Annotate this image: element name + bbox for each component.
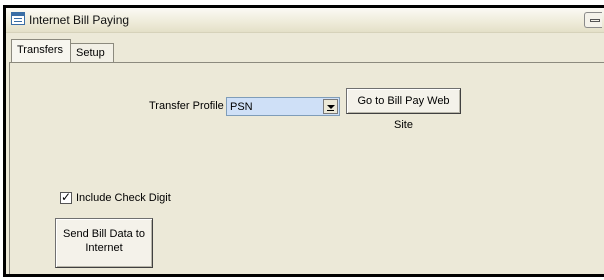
transfer-profile-value: PSN [230, 101, 253, 113]
checkmark-icon: ✓ [61, 190, 72, 204]
include-check-digit-label: Include Check Digit [76, 192, 171, 204]
transfer-profile-combo[interactable]: PSN [226, 97, 340, 116]
transfer-profile-label: Transfer Profile [149, 100, 224, 112]
window-title: Internet Bill Paying [29, 13, 130, 27]
title-bar: Internet Bill Paying [6, 8, 604, 33]
app-window: Internet Bill Paying Transfers Setup Tra… [3, 5, 604, 277]
chevron-down-icon[interactable] [323, 99, 338, 114]
tab-transfers[interactable]: Transfers [11, 39, 71, 62]
send-bill-data-button[interactable]: Send Bill Data to Internet [55, 218, 153, 268]
minimize-button[interactable] [584, 12, 602, 28]
tab-setup[interactable]: Setup [70, 43, 114, 62]
transfers-panel: Transfer Profile PSN Go to Bill Pay Web … [9, 62, 604, 274]
send-bill-data-label-line2: Internet [85, 242, 123, 254]
include-check-digit-checkbox[interactable]: ✓ [60, 190, 72, 204]
form-icon [11, 12, 25, 25]
send-bill-data-label-line1: Send Bill Data to [63, 228, 145, 240]
go-to-bill-pay-web-site-button[interactable]: Go to Bill Pay Web Site [346, 88, 461, 131]
